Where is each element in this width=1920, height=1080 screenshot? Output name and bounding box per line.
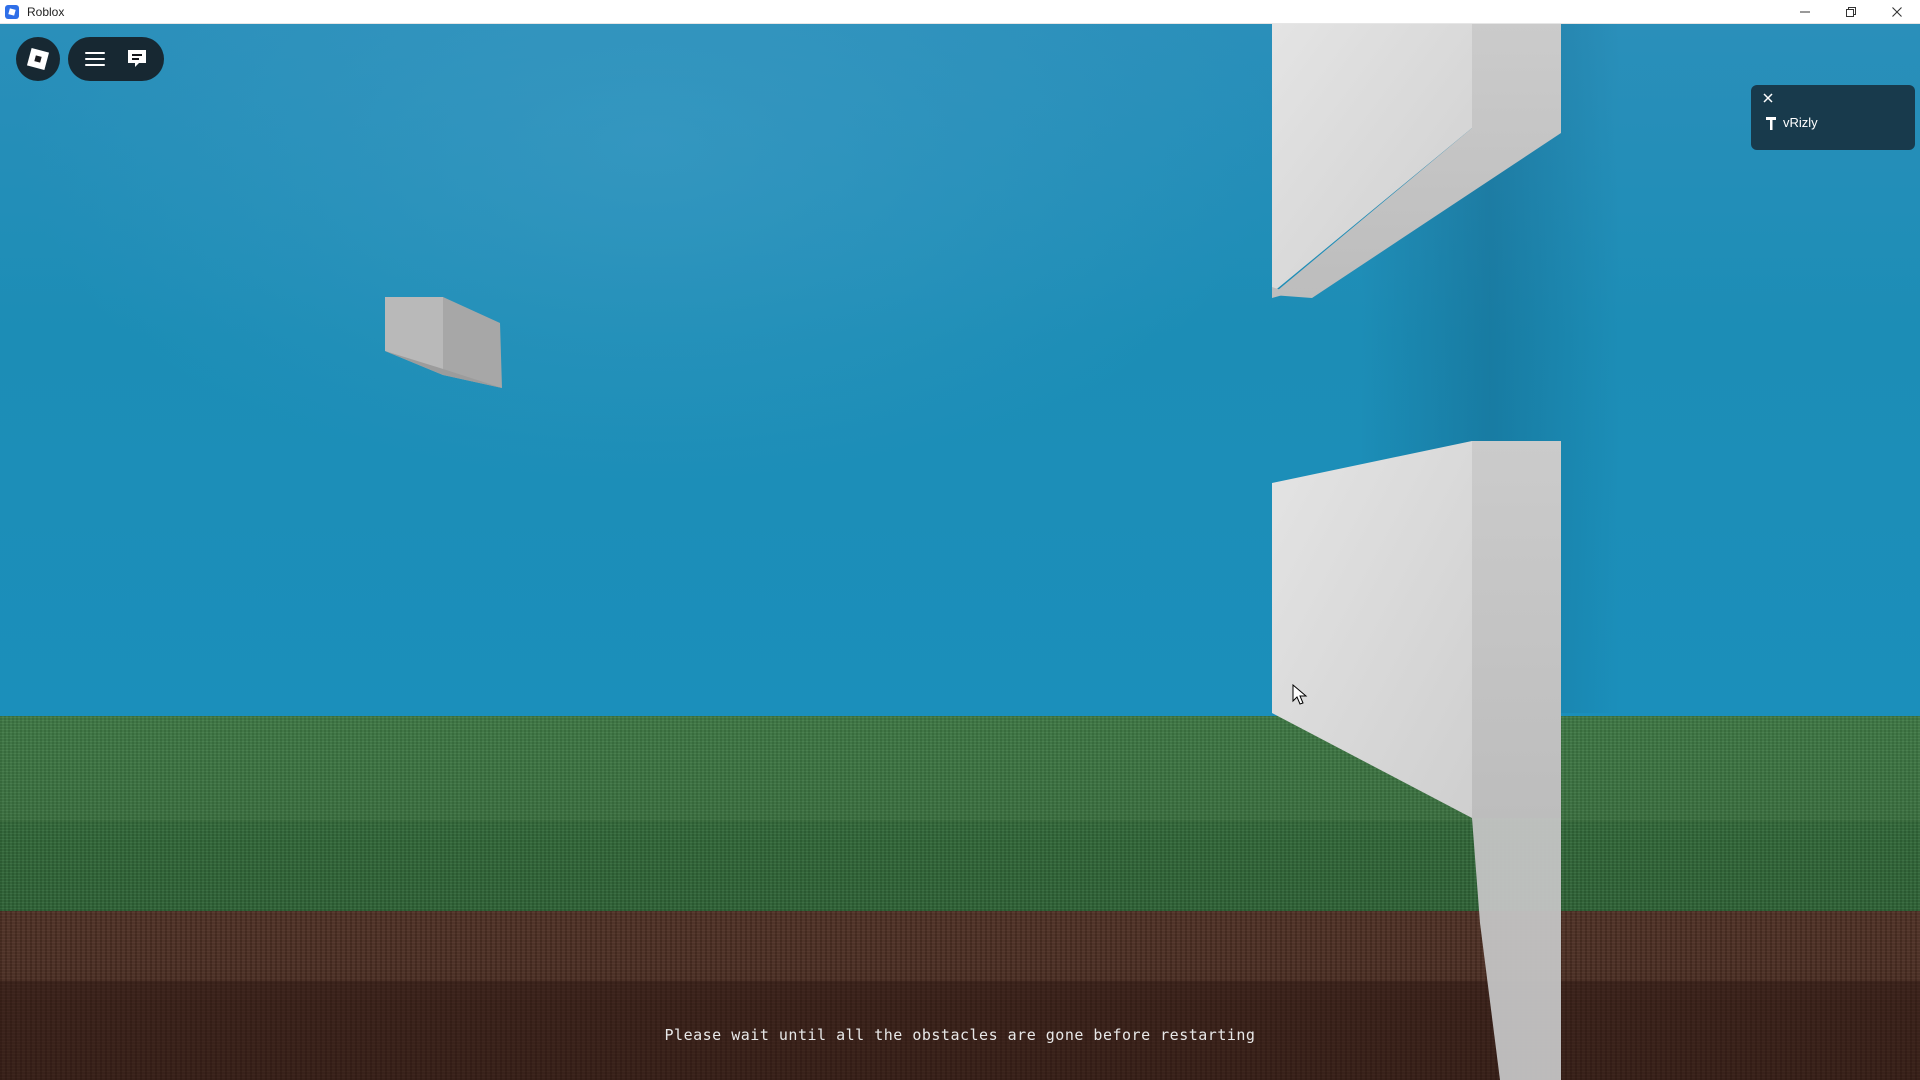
minimize-button[interactable] bbox=[1782, 0, 1828, 23]
player-list: vRizly bbox=[1751, 85, 1915, 150]
chat-button[interactable] bbox=[117, 39, 157, 79]
game-viewport[interactable]: vRizly Please wait until all the obstacl… bbox=[0, 23, 1920, 1080]
window-controls bbox=[1782, 0, 1920, 23]
hamburger-menu-icon bbox=[85, 52, 105, 66]
roblox-logo-icon bbox=[26, 47, 50, 71]
hud-pill bbox=[68, 37, 164, 81]
lower-obstacle bbox=[1272, 441, 1561, 1080]
window-title: Roblox bbox=[27, 4, 65, 19]
maximize-icon bbox=[1846, 6, 1856, 17]
mouse-cursor-icon bbox=[1292, 684, 1308, 705]
maximize-button[interactable] bbox=[1828, 0, 1874, 23]
roblox-menu-button[interactable] bbox=[16, 37, 60, 81]
player-row[interactable]: vRizly bbox=[1765, 115, 1818, 130]
player-name: vRizly bbox=[1783, 115, 1818, 130]
chat-icon bbox=[128, 50, 146, 67]
close-icon bbox=[1892, 6, 1902, 17]
status-message: Please wait until all the obstacles are … bbox=[664, 1026, 1256, 1044]
minimize-icon bbox=[1800, 11, 1810, 12]
floating-cube bbox=[385, 297, 502, 388]
window-titlebar: Roblox bbox=[0, 0, 1920, 24]
player-icon bbox=[1766, 116, 1776, 130]
world-objects bbox=[385, 23, 1620, 1080]
hamburger-menu-button[interactable] bbox=[75, 39, 115, 79]
close-icon bbox=[1763, 93, 1773, 103]
close-button[interactable] bbox=[1874, 0, 1920, 23]
roblox-app-icon bbox=[5, 4, 19, 19]
player-list-close-button[interactable] bbox=[1761, 91, 1775, 105]
